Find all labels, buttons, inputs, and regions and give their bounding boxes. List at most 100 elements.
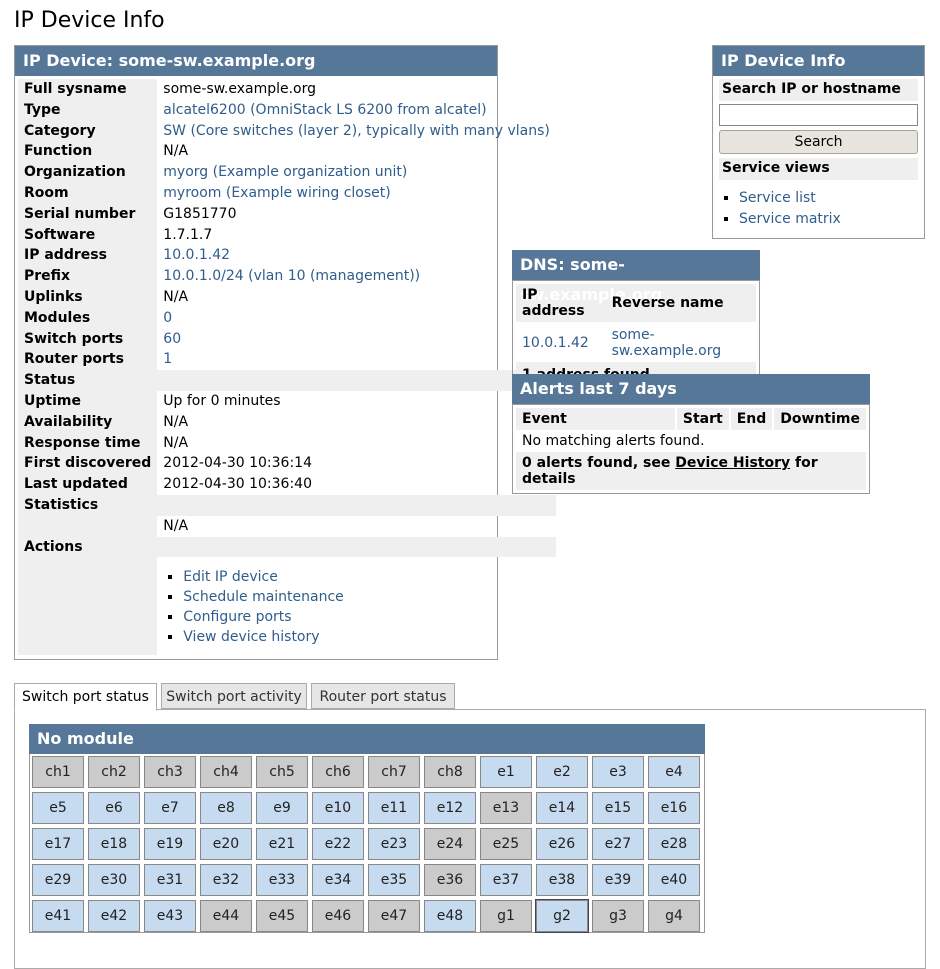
port-ch2[interactable]: ch2 (88, 756, 140, 788)
action-edit-ip-device-link[interactable]: Edit IP device (183, 569, 278, 585)
port-e5[interactable]: e5 (32, 792, 84, 824)
port-e6[interactable]: e6 (88, 792, 140, 824)
port-ch4[interactable]: ch4 (200, 756, 252, 788)
dns-ip-link[interactable]: 10.0.1.42 (522, 335, 589, 351)
field-value-serial-number: G1851770 (163, 205, 237, 222)
port-e29[interactable]: e29 (32, 864, 84, 896)
field-label-last-updated: Last updated (18, 474, 158, 495)
modules-link[interactable]: 0 (163, 310, 172, 326)
router-ports-link[interactable]: 1 (163, 351, 172, 367)
port-e18[interactable]: e18 (88, 828, 140, 860)
port-e20[interactable]: e20 (200, 828, 252, 860)
statistics-section-row: Statistics (18, 494, 556, 516)
table-row: Router ports 1 (18, 349, 556, 371)
port-e15[interactable]: e15 (592, 792, 644, 824)
category-link[interactable]: SW (Core switches (layer 2), typically w… (163, 123, 550, 139)
port-e37[interactable]: e37 (480, 864, 532, 896)
device-history-link[interactable]: Device History (675, 455, 790, 471)
port-e44[interactable]: e44 (200, 900, 252, 932)
search-button[interactable]: Search (719, 130, 918, 154)
field-value-modules: 0 (157, 308, 556, 329)
action-configure-ports-link[interactable]: Configure ports (183, 609, 291, 625)
tab-switch-port-activity[interactable]: Switch port activity (161, 683, 307, 709)
port-e8[interactable]: e8 (200, 792, 252, 824)
port-e28[interactable]: e28 (648, 828, 700, 860)
port-e30[interactable]: e30 (88, 864, 140, 896)
port-g1[interactable]: g1 (480, 900, 532, 932)
field-label-prefix: Prefix (18, 266, 158, 287)
port-e21[interactable]: e21 (256, 828, 308, 860)
type-link[interactable]: alcatel6200 (OmniStack LS 6200 from alca… (163, 102, 486, 118)
port-e32[interactable]: e32 (200, 864, 252, 896)
organization-link[interactable]: myorg (Example organization unit) (163, 164, 407, 180)
service-matrix-link[interactable]: Service matrix (739, 211, 841, 227)
port-e2[interactable]: e2 (536, 756, 588, 788)
port-e46[interactable]: e46 (312, 900, 364, 932)
port-e19[interactable]: e19 (144, 828, 196, 860)
table-row: Uptime Up for 0 minutes (18, 390, 556, 412)
port-e33[interactable]: e33 (256, 864, 308, 896)
action-schedule-maintenance-link[interactable]: Schedule maintenance (183, 589, 344, 605)
port-e47[interactable]: e47 (368, 900, 420, 932)
port-e36[interactable]: e36 (424, 864, 476, 896)
port-e45[interactable]: e45 (256, 900, 308, 932)
table-row: Last updated 2012-04-30 10:36:40 (18, 474, 556, 495)
switch-ports-link[interactable]: 60 (163, 331, 181, 347)
service-list-link[interactable]: Service list (739, 190, 816, 206)
field-label-router-ports: Router ports (18, 349, 158, 371)
port-e22[interactable]: e22 (312, 828, 364, 860)
room-link[interactable]: myroom (Example wiring closet) (163, 185, 390, 201)
port-g4[interactable]: g4 (648, 900, 700, 932)
port-e1[interactable]: e1 (480, 756, 532, 788)
field-value-software: 1.7.1.7 (163, 226, 213, 243)
port-ch7[interactable]: ch7 (368, 756, 420, 788)
table-row: Response time N/A (18, 432, 556, 454)
port-e7[interactable]: e7 (144, 792, 196, 824)
port-e12[interactable]: e12 (424, 792, 476, 824)
prefix-link[interactable]: 10.0.1.0/24 (vlan 10 (management)) (163, 268, 420, 284)
port-e23[interactable]: e23 (368, 828, 420, 860)
port-e48[interactable]: e48 (424, 900, 476, 932)
port-e35[interactable]: e35 (368, 864, 420, 896)
port-e14[interactable]: e14 (536, 792, 588, 824)
port-e26[interactable]: e26 (536, 828, 588, 860)
port-e11[interactable]: e11 (368, 792, 420, 824)
port-ch3[interactable]: ch3 (144, 756, 196, 788)
port-e16[interactable]: e16 (648, 792, 700, 824)
port-e17[interactable]: e17 (32, 828, 84, 860)
port-e24[interactable]: e24 (424, 828, 476, 860)
port-e13[interactable]: e13 (480, 792, 532, 824)
port-ch8[interactable]: ch8 (424, 756, 476, 788)
port-e34[interactable]: e34 (312, 864, 364, 896)
page-title: IP Device Info (14, 8, 165, 33)
port-e4[interactable]: e4 (648, 756, 700, 788)
port-ch5[interactable]: ch5 (256, 756, 308, 788)
port-e41[interactable]: e41 (32, 900, 84, 932)
sidebar-panel: IP Device Info Search IP or hostname Sea… (712, 45, 925, 239)
action-view-device-history-link[interactable]: View device history (183, 629, 319, 645)
port-e25[interactable]: e25 (480, 828, 532, 860)
port-g2[interactable]: g2 (535, 899, 589, 933)
port-e27[interactable]: e27 (592, 828, 644, 860)
port-e39[interactable]: e39 (592, 864, 644, 896)
port-e10[interactable]: e10 (312, 792, 364, 824)
port-e40[interactable]: e40 (648, 864, 700, 896)
port-ch1[interactable]: ch1 (32, 756, 84, 788)
tab-switch-port-status[interactable]: Switch port status (14, 683, 157, 711)
port-e38[interactable]: e38 (536, 864, 588, 896)
port-e9[interactable]: e9 (256, 792, 308, 824)
port-e43[interactable]: e43 (144, 900, 196, 932)
tab-router-port-status[interactable]: Router port status (311, 683, 455, 709)
alerts-table: Event Start End Downtime No matching ale… (516, 408, 866, 490)
ip-address-link[interactable]: 10.0.1.42 (163, 247, 230, 263)
dns-reverse-link[interactable]: some-sw.example.org (612, 327, 722, 359)
port-e3[interactable]: e3 (592, 756, 644, 788)
actions-cell: Edit IP device Schedule maintenance Config… (157, 557, 556, 655)
port-ch6[interactable]: ch6 (312, 756, 364, 788)
port-e31[interactable]: e31 (144, 864, 196, 896)
dns-panel: DNS: some-sw.example.org IP address Reve… (512, 250, 760, 390)
field-value-response-time: N/A (163, 434, 189, 451)
port-e42[interactable]: e42 (88, 900, 140, 932)
port-g3[interactable]: g3 (592, 900, 644, 932)
search-input[interactable] (719, 104, 918, 126)
